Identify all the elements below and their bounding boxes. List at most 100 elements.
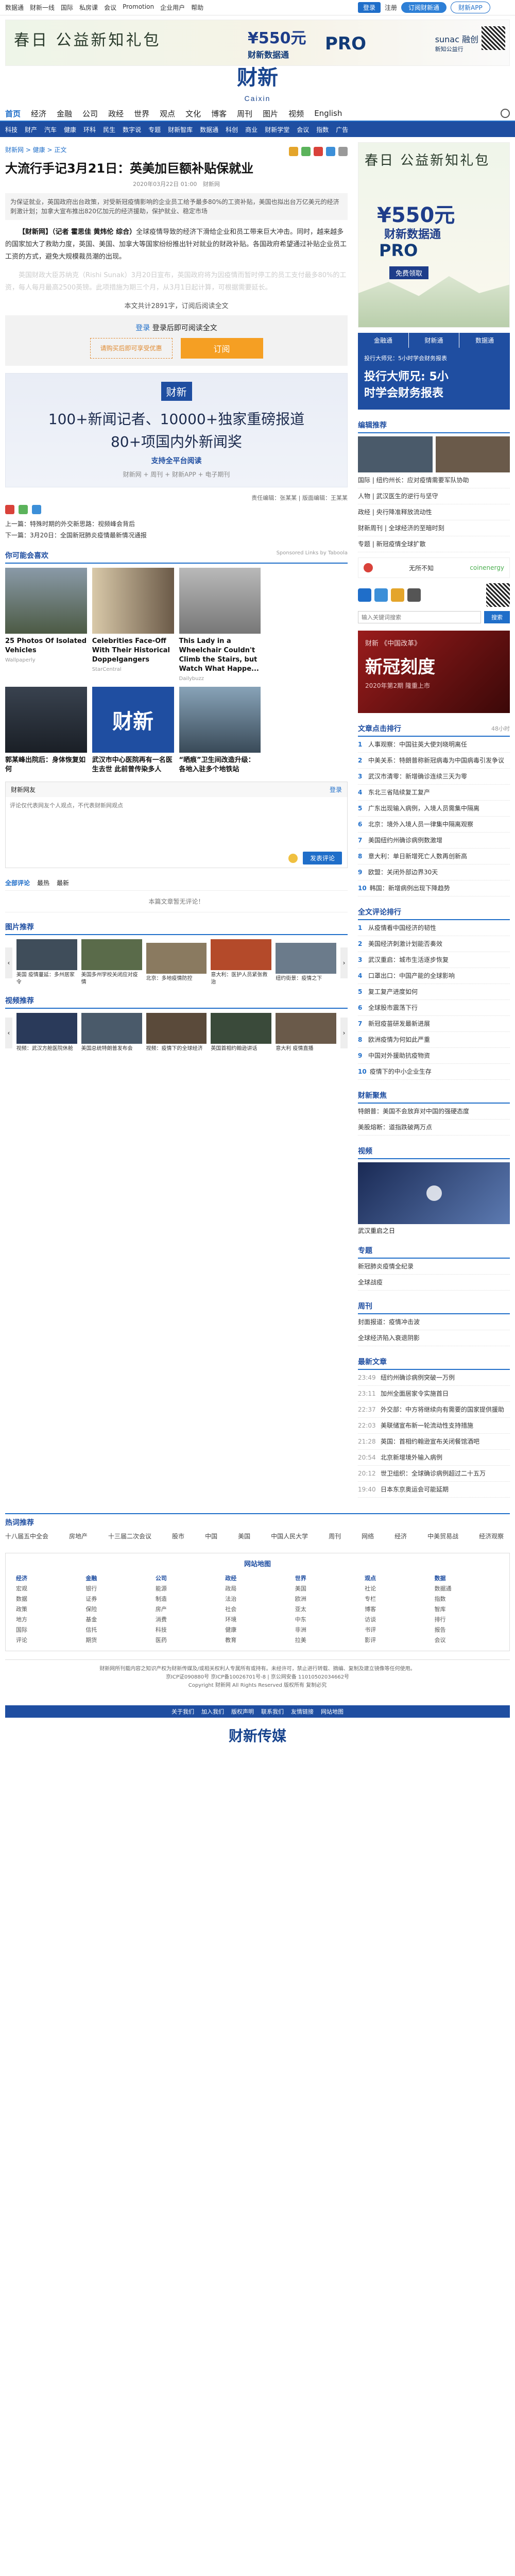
- subnav-item[interactable]: 财新智库: [168, 125, 193, 134]
- list-item[interactable]: 8 意大利：单日新增死亡人数再创新高: [358, 849, 510, 865]
- top-link[interactable]: 企业用户: [160, 3, 185, 12]
- list-item[interactable]: 7 美国纽约州确诊病例数激增: [358, 833, 510, 849]
- recommend-card[interactable]: 财新 武汉市中心医院再有一名医生去世 此前曾传染多人: [92, 687, 174, 774]
- list-item[interactable]: 19:40 日本东京奥运会可能延期: [358, 1482, 510, 1498]
- list-item[interactable]: 8 欧洲疫情为何如此严重: [358, 1032, 510, 1048]
- list-item[interactable]: 10 疫情下的中小企业生存: [358, 1064, 510, 1080]
- list-item[interactable]: 5 广东出现输入病例，入境人员需集中隔离: [358, 801, 510, 817]
- tab-data[interactable]: 数据通: [459, 333, 510, 348]
- photo-item[interactable]: 纽约街景：疫情之下: [276, 943, 337, 982]
- hot-word-link[interactable]: 十八届五中全会: [5, 1532, 48, 1540]
- emoji-icon[interactable]: [288, 853, 298, 863]
- subnav-item[interactable]: 财产: [25, 125, 37, 134]
- editor-pick-image[interactable]: [435, 436, 510, 472]
- hot-word-link[interactable]: 周刊: [329, 1532, 341, 1540]
- hot-word-link[interactable]: 中国人民大学: [271, 1532, 308, 1540]
- video-player[interactable]: [358, 1162, 510, 1224]
- editor-pick-image[interactable]: [358, 436, 433, 472]
- list-item[interactable]: 2 美国经济刺激计划能否奏效: [358, 936, 510, 952]
- product-promo[interactable]: 投行大师兄：5小时学会财务报表 投行大师兄: 5小 时学会财务报表: [358, 348, 510, 410]
- list-item[interactable]: 封面报道：疫情冲击波: [358, 1314, 510, 1330]
- footer-link[interactable]: 友情链接: [291, 1707, 314, 1716]
- top-link[interactable]: 帮助: [191, 3, 203, 12]
- nav-item[interactable]: English: [314, 109, 342, 118]
- list-item[interactable]: 6 北京：境外入境人员一律集中隔离观察: [358, 817, 510, 833]
- play-icon[interactable]: [426, 1185, 442, 1201]
- app-button[interactable]: 财新APP: [451, 2, 490, 13]
- list-item[interactable]: 20:54 北京新增境外输入病例: [358, 1450, 510, 1466]
- list-item[interactable]: 22:37 外交部：中方将继续向有需要的国家提供援助: [358, 1402, 510, 1418]
- hot-word-link[interactable]: 中美贸易战: [427, 1532, 458, 1540]
- recommend-card[interactable]: “晒痕”卫生间改造升级：各地入驻多个地铁站: [179, 687, 261, 774]
- wechat-icon[interactable]: [19, 505, 28, 514]
- arrow-right-icon[interactable]: ›: [340, 947, 348, 978]
- nav-item[interactable]: 博客: [211, 108, 227, 119]
- list-item[interactable]: 9 欧盟：关闭外部边界30天: [358, 865, 510, 880]
- hot-word-link[interactable]: 中国: [205, 1532, 217, 1540]
- list-item[interactable]: 3 武汉重启：城市生活逐步恢复: [358, 952, 510, 968]
- search-icon[interactable]: [501, 109, 510, 118]
- tab-finance[interactable]: 金融通: [358, 333, 409, 348]
- list-item[interactable]: 全球经济陷入衰退阴影: [358, 1330, 510, 1346]
- next-article-link[interactable]: 下一篇：3月20日：全国新冠肺炎疫情最新情况通报: [5, 530, 348, 541]
- search-button[interactable]: 搜索: [484, 611, 510, 623]
- hot-word-link[interactable]: 经济观察: [479, 1532, 504, 1540]
- register-link[interactable]: 注册: [385, 3, 397, 12]
- list-item[interactable]: 1 从疫情看中国经济的韧性: [358, 920, 510, 936]
- recommend-card[interactable]: [266, 687, 348, 774]
- list-item[interactable]: 6 全球股市震荡下行: [358, 1000, 510, 1016]
- list-item[interactable]: 22:03 美联储宣布新一轮流动性支持措施: [358, 1418, 510, 1434]
- submit-comment-button[interactable]: 发表评论: [302, 852, 342, 865]
- nav-item[interactable]: 视频: [288, 108, 304, 119]
- footer-link[interactable]: 联系我们: [261, 1707, 284, 1716]
- top-banner-ad[interactable]: 春日 公益新知礼包 ¥550元 财新数据通 PRO sunac 融创 新知公益行: [5, 20, 510, 66]
- list-item[interactable]: 23:11 加州全面居家令实施首日: [358, 1386, 510, 1402]
- recommend-card[interactable]: [266, 568, 348, 682]
- list-item[interactable]: 4 东北三省陆续复工复产: [358, 785, 510, 801]
- nav-item[interactable]: 观点: [160, 108, 175, 119]
- list-item[interactable]: 全球战疫: [358, 1275, 510, 1291]
- recommend-card[interactable]: Celebrities Face-Off With Their Historic…: [92, 568, 174, 682]
- nav-item-home[interactable]: 首页: [5, 108, 21, 119]
- app-icon[interactable]: [407, 588, 421, 602]
- tab-hot-comments[interactable]: 最热: [37, 878, 49, 887]
- list-item[interactable]: 特朗普：美国不会放弃对中国的强硬态度: [358, 1104, 510, 1120]
- subnav-item[interactable]: 数字说: [123, 125, 141, 134]
- top-link[interactable]: 私房课: [79, 3, 98, 12]
- subnav-item[interactable]: 科技: [5, 125, 18, 134]
- sponsor-ad[interactable]: 无所不知 coinenergy: [358, 557, 510, 578]
- list-item[interactable]: 新冠肺炎疫情全纪录: [358, 1259, 510, 1275]
- share-icon[interactable]: [32, 505, 41, 514]
- weibo-icon[interactable]: [314, 147, 323, 156]
- arrow-right-icon[interactable]: ›: [340, 1017, 348, 1048]
- top-link[interactable]: 财新一线: [30, 3, 55, 12]
- photo-item[interactable]: 美国多州学校关闭应对疫情: [81, 939, 142, 986]
- subnav-item[interactable]: 指数: [316, 125, 329, 134]
- subnav-item[interactable]: 科创: [226, 125, 238, 134]
- tab-new-comments[interactable]: 最新: [57, 878, 69, 887]
- hot-word-link[interactable]: 经济: [394, 1532, 407, 1540]
- subnav-item[interactable]: 商业: [245, 125, 258, 134]
- subnav-item[interactable]: 广告: [336, 125, 348, 134]
- list-item[interactable]: 7 新冠疫苗研发最新进展: [358, 1016, 510, 1032]
- nav-item[interactable]: 政经: [108, 108, 124, 119]
- weibo-icon[interactable]: [5, 505, 14, 514]
- list-item[interactable]: 4 口罩出口：中国产能的全球影响: [358, 968, 510, 984]
- nav-item[interactable]: 经济: [31, 108, 46, 119]
- app-icon[interactable]: [391, 588, 404, 602]
- subnav-item[interactable]: 会议: [297, 125, 309, 134]
- list-item[interactable]: 人物 | 武汉医生的逆行与坚守: [358, 488, 510, 504]
- list-item[interactable]: 23:49 纽约州确诊病例突破一万例: [358, 1370, 510, 1386]
- photo-item[interactable]: 美国 疫情蔓延：多州居家令: [16, 939, 77, 986]
- prev-article-link[interactable]: 上一篇：特殊时期的外交新思路：视频峰会背后: [5, 518, 348, 530]
- subscribe-order-button[interactable]: 订阅: [180, 338, 263, 359]
- list-item[interactable]: 3 武汉市清零：新增确诊连续三天为零: [358, 769, 510, 785]
- comment-input[interactable]: [6, 797, 347, 846]
- video-item[interactable]: 意大利 疫情直播: [276, 1013, 337, 1053]
- photo-item[interactable]: 意大利：医护人员紧张救治: [211, 939, 272, 986]
- list-item[interactable]: 1 人事观察：中国驻英大使刘晓明离任: [358, 737, 510, 753]
- share-icon[interactable]: [326, 147, 335, 156]
- hot-word-link[interactable]: 美国: [238, 1532, 250, 1540]
- list-item[interactable]: 10 韩国：新增病例出现下降趋势: [358, 880, 510, 896]
- list-item[interactable]: 政经 | 央行降准释放流动性: [358, 504, 510, 520]
